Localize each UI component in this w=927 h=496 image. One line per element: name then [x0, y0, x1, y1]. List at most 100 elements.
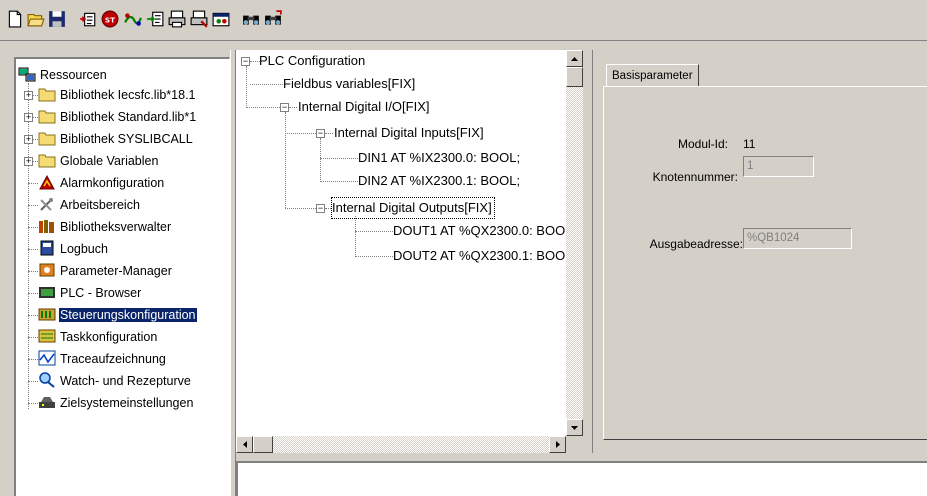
append-element-icon[interactable]: [145, 9, 165, 29]
tree-item-label: Bibliotheksverwalter: [60, 220, 172, 234]
tree-line: [289, 107, 297, 108]
insert-element-icon[interactable]: [78, 9, 98, 29]
tree-node-dout2[interactable]: DOUT2 AT %QX2300.1: BOO: [393, 245, 565, 267]
tree-item-parameter-manager[interactable]: Parameter-Manager: [38, 261, 173, 281]
tab-basisparameter[interactable]: Basisparameter: [606, 64, 699, 86]
tree-line: [28, 83, 29, 409]
tree-node-plc-configuration[interactable]: PLC Configuration: [259, 50, 365, 72]
expand-icon[interactable]: +: [24, 157, 33, 166]
tree-item-traceaufzeichnung[interactable]: Traceaufzeichnung: [38, 349, 167, 369]
arrow-left-icon: [242, 441, 247, 448]
browser-icon: [38, 284, 56, 300]
find-replace-icon[interactable]: [263, 9, 283, 29]
tree-line: [28, 381, 38, 382]
resources-root[interactable]: Ressourcen: [18, 65, 108, 85]
tree-item-label: Arbeitsbereich: [60, 198, 140, 212]
scroll-down-button[interactable]: [566, 419, 583, 436]
tree-item-label: Watch- und Rezepturve: [60, 374, 191, 388]
tree-line: [28, 293, 38, 294]
open-folder-icon[interactable]: [26, 9, 46, 29]
new-file-icon[interactable]: [5, 9, 25, 29]
vertical-scrollbar[interactable]: [566, 50, 583, 436]
tree-item-bibliothek-standard-lib-1[interactable]: Bibliothek Standard.lib*1: [38, 107, 197, 127]
tree-line: [285, 133, 316, 134]
horizontal-scrollbar[interactable]: [236, 436, 566, 453]
find-icon[interactable]: [241, 9, 261, 29]
tree-line: [28, 249, 38, 250]
logbook-icon: [38, 240, 56, 256]
arrow-down-icon: [571, 425, 578, 430]
tree-line: [320, 181, 358, 182]
tree-node-internal-digital-inputs[interactable]: Internal Digital Inputs[FIX]: [334, 122, 484, 144]
watch-icon[interactable]: [211, 9, 231, 29]
online-connect-icon[interactable]: [123, 9, 143, 29]
tree-item-label: Zielsystemeinstellungen: [60, 396, 194, 410]
folder-icon: [38, 152, 56, 168]
folder-icon: [38, 108, 56, 124]
collapse-icon[interactable]: −: [280, 103, 289, 112]
message-window[interactable]: [236, 461, 927, 496]
tree-item-zielsystemeinstellungen[interactable]: Zielsystemeinstellungen: [38, 393, 194, 413]
tree-item-globale-variablen[interactable]: Globale Variablen: [38, 151, 159, 171]
tree-node-din2[interactable]: DIN2 AT %IX2300.1: BOOL;: [358, 170, 520, 192]
scroll-thumb[interactable]: [253, 436, 273, 453]
collapse-icon[interactable]: −: [316, 129, 325, 138]
alarm-icon: [38, 174, 56, 190]
tree-line: [28, 337, 38, 338]
ausgabeadresse-field[interactable]: %QB1024: [743, 228, 852, 249]
tree-node-din1[interactable]: DIN1 AT %IX2300.0: BOOL;: [358, 147, 520, 169]
scroll-left-button[interactable]: [236, 436, 253, 453]
vertical-splitter[interactable]: [583, 50, 593, 453]
expand-icon[interactable]: +: [24, 91, 33, 100]
tree-item-taskkonfiguration[interactable]: Taskkonfiguration: [38, 327, 158, 347]
knotennummer-label: Knotennummer:: [652, 170, 738, 184]
stop-icon[interactable]: ST: [100, 9, 120, 29]
folder-icon: [38, 86, 56, 102]
resources-icon: [18, 66, 36, 82]
tree-item-watch-und-rezepturve[interactable]: Watch- und Rezepturve: [38, 371, 192, 391]
plc-configuration-tree[interactable]: − − − − PLC Configuration Fieldbus varia…: [236, 50, 566, 436]
tree-line: [28, 183, 38, 184]
tree-node-internal-digital-outputs[interactable]: Internal Digital Outputs[FIX]: [331, 197, 495, 219]
library-icon: [38, 218, 56, 234]
tree-item-label: Steuerungskonfiguration: [59, 308, 197, 322]
tree-item-logbuch[interactable]: Logbuch: [38, 239, 109, 259]
tree-item-bibliothek-iecsfc-lib-18-1[interactable]: Bibliothek Iecsfc.lib*18.1: [38, 85, 197, 105]
tree-item-plc-browser[interactable]: PLC - Browser: [38, 283, 142, 303]
tree-node-internal-digital-io[interactable]: Internal Digital I/O[FIX]: [298, 96, 430, 118]
trace-icon: [38, 350, 56, 366]
tree-item-label: PLC - Browser: [60, 286, 142, 300]
tree-item-arbeitsbereich[interactable]: Arbeitsbereich: [38, 195, 141, 215]
save-icon[interactable]: [47, 9, 67, 29]
tree-line: [320, 138, 321, 182]
tab-body: Modul-Id: 11 Knotennummer: 1 Ausgabeadre…: [603, 86, 927, 440]
tree-node-fieldbus-variables[interactable]: Fieldbus variables[FIX]: [283, 73, 415, 95]
collapse-icon[interactable]: −: [241, 57, 250, 66]
print-setup-icon[interactable]: [189, 9, 209, 29]
tree-item-alarmkonfiguration[interactable]: Alarmkonfiguration: [38, 173, 165, 193]
tree-node-dout1[interactable]: DOUT1 AT %QX2300.0: BOO: [393, 220, 565, 242]
knotennummer-field[interactable]: 1: [743, 156, 814, 177]
scroll-thumb[interactable]: [566, 67, 583, 87]
scroll-right-button[interactable]: [549, 436, 566, 453]
collapse-icon[interactable]: −: [316, 204, 325, 213]
tree-item-label: Logbuch: [60, 242, 108, 256]
tree-item-bibliotheksverwalter[interactable]: Bibliotheksverwalter: [38, 217, 172, 237]
print-preview-icon[interactable]: [167, 9, 187, 29]
folder-icon: [38, 130, 56, 146]
tree-line: [325, 133, 333, 134]
resources-tree[interactable]: Ressourcen + Bibliothek Iecsfc.lib*18.1 + B…: [14, 57, 230, 496]
properties-panel: Basisparameter Modul-Id: 11 Knotennummer…: [593, 50, 927, 453]
tree-item-steuerungskonfiguration[interactable]: Steuerungskonfiguration: [38, 305, 197, 325]
expand-icon[interactable]: +: [24, 113, 33, 122]
tree-item-bibliothek-syslibcall[interactable]: Bibliothek SYSLIBCALL: [38, 129, 194, 149]
tree-line: [355, 231, 393, 232]
expand-icon[interactable]: +: [24, 135, 33, 144]
target-icon: [38, 394, 56, 410]
tree-item-label: Bibliothek Standard.lib*1: [60, 110, 197, 124]
scroll-up-button[interactable]: [566, 50, 583, 67]
plc-config-icon: [38, 306, 56, 322]
toolbar: ST: [0, 0, 927, 41]
ausgabeadresse-label: Ausgabeadresse:: [649, 237, 743, 251]
tree-line: [246, 107, 280, 108]
